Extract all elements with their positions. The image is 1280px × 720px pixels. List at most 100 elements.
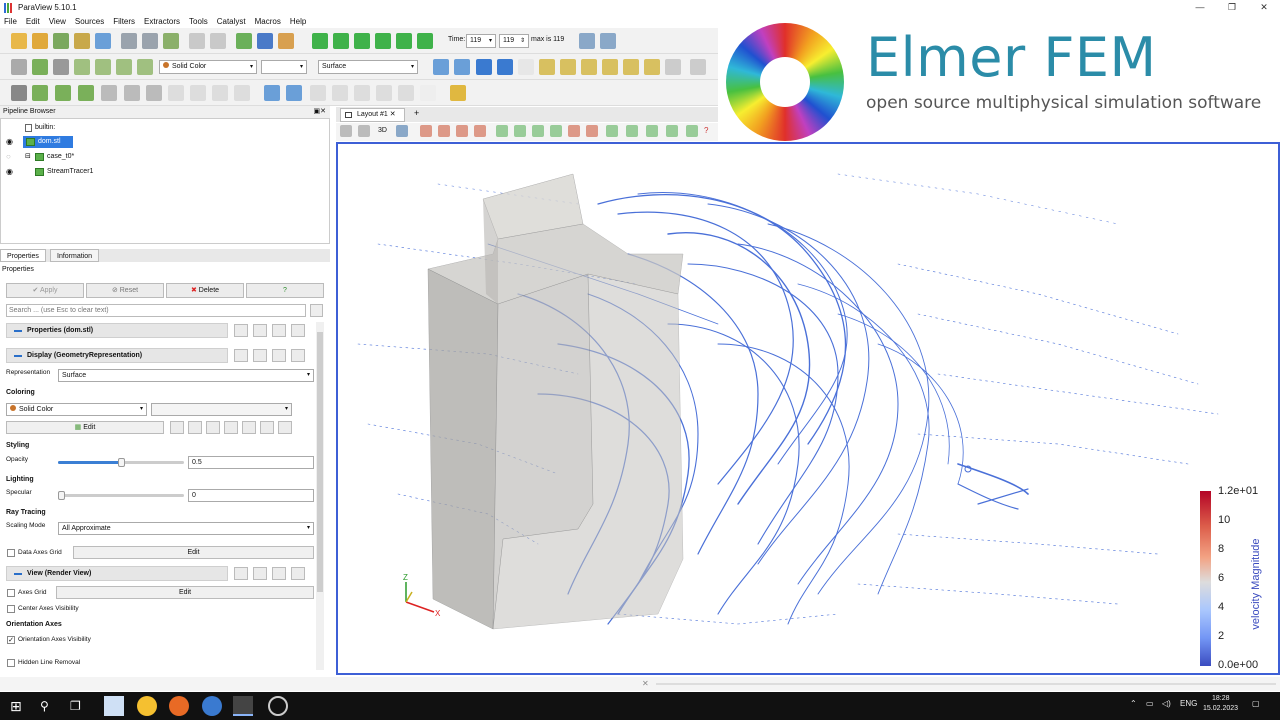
tab-information[interactable]: Information [50, 249, 100, 262]
redo-icon[interactable] [210, 33, 226, 49]
menu-sources[interactable]: Sources [75, 17, 104, 26]
camera-undo-icon[interactable] [236, 33, 252, 49]
copy-icon[interactable] [234, 324, 248, 337]
save-default-icon[interactable] [291, 324, 305, 337]
splitter-close-icon[interactable]: ✕ [642, 679, 649, 688]
open-file-icon[interactable] [11, 33, 27, 49]
view-minus-y-icon[interactable] [602, 59, 618, 75]
select-points-icon[interactable] [438, 125, 450, 137]
pipeline-item-streamtracer[interactable]: ◉ StreamTracer1 [1, 166, 329, 178]
view-plus-x-icon[interactable] [539, 59, 555, 75]
save-data-icon[interactable] [53, 33, 69, 49]
load-state-icon[interactable] [95, 33, 111, 49]
reset-camera-icon[interactable] [433, 59, 449, 75]
notifications-icon[interactable]: ▢ [1252, 699, 1260, 708]
zoom-closest-icon[interactable] [454, 59, 470, 75]
python-calculator-icon[interactable] [310, 85, 326, 101]
restore-default-icon[interactable] [272, 324, 286, 337]
tab-layout-1[interactable]: Layout #1 ✕ [340, 108, 405, 122]
menu-edit[interactable]: Edit [26, 17, 40, 26]
color-palette-icon[interactable] [278, 33, 294, 49]
ruler-icon[interactable] [450, 85, 466, 101]
contour-icon[interactable] [32, 85, 48, 101]
view-plus-y-icon[interactable] [581, 59, 597, 75]
axes-grid-checkbox[interactable] [7, 589, 15, 597]
stream-tracer-icon[interactable] [168, 85, 184, 101]
clear-selection-icon[interactable] [586, 125, 598, 137]
menu-macros[interactable]: Macros [255, 17, 281, 26]
threshold-icon[interactable] [101, 85, 117, 101]
save-state-icon[interactable] [74, 33, 90, 49]
help-button[interactable]: ? [246, 283, 324, 298]
minimize-button[interactable]: — [1184, 0, 1216, 15]
edit-color-map-icon[interactable] [32, 59, 48, 75]
ruler-selection-icon[interactable] [666, 125, 678, 137]
volume-icon[interactable]: ◁) [1162, 699, 1171, 708]
add-layout-tab-button[interactable]: + [414, 108, 419, 118]
render-scene[interactable]: Z X [338, 144, 1278, 673]
extract-selection-icon[interactable] [606, 125, 618, 137]
histogram-icon[interactable] [376, 85, 392, 101]
menu-extractors[interactable]: Extractors [144, 17, 180, 26]
visibility-eye-icon[interactable]: ◉ [6, 166, 13, 178]
component-select[interactable]: ▾ [261, 60, 307, 74]
select-block-icon[interactable] [474, 125, 486, 137]
restore-default-icon[interactable] [272, 349, 286, 362]
select-cells-icon[interactable] [420, 125, 432, 137]
section-display[interactable]: Display (GeometryRepresentation) [6, 348, 228, 363]
visibility-eye-icon[interactable]: ◉ [6, 136, 13, 148]
tab-properties[interactable]: Properties [0, 249, 46, 262]
calculator-icon[interactable] [11, 85, 27, 101]
menu-catalyst[interactable]: Catalyst [217, 17, 246, 26]
representation-select[interactable]: Surface ▾ [318, 60, 418, 74]
scaling-mode-select[interactable]: All Approximate ▾ [58, 522, 314, 535]
plot-selection-over-time-icon[interactable] [626, 125, 638, 137]
menu-tools[interactable]: Tools [189, 17, 208, 26]
menu-file[interactable]: File [4, 17, 17, 26]
reset-button[interactable]: ⊘ Reset [86, 283, 164, 298]
rescale-visible-icon[interactable] [116, 59, 132, 75]
specular-input[interactable]: 0 [188, 489, 314, 502]
zoom-to-box-icon[interactable] [497, 59, 513, 75]
grow-selection-icon[interactable] [550, 125, 562, 137]
glyph-icon[interactable] [146, 85, 162, 101]
clip-icon[interactable] [55, 85, 71, 101]
save-default-icon[interactable] [291, 567, 305, 580]
specular-slider-handle[interactable] [58, 491, 65, 500]
paraview-taskbar-icon[interactable] [233, 696, 253, 716]
rescale-all-icon[interactable] [137, 59, 153, 75]
view-minus-x-icon[interactable] [560, 59, 576, 75]
shrink-selection-icon[interactable] [568, 125, 580, 137]
notepad-icon[interactable] [104, 696, 124, 716]
copy-icon[interactable] [234, 349, 248, 362]
rescale-custom-icon[interactable] [74, 59, 90, 75]
data-statistics-icon[interactable] [398, 85, 414, 101]
extract-subset-icon[interactable] [124, 85, 140, 101]
menu-view[interactable]: View [49, 17, 66, 26]
color-map-icon[interactable] [170, 421, 184, 434]
obs-icon[interactable] [268, 696, 288, 716]
firefox-icon[interactable] [169, 696, 189, 716]
rotate-plus-90-icon[interactable] [665, 59, 681, 75]
rescale-icon[interactable] [188, 421, 202, 434]
mesh-quality-icon[interactable] [332, 85, 348, 101]
camera-redo-icon[interactable] [257, 33, 273, 49]
polygon-select-icon[interactable] [532, 125, 544, 137]
zoom-to-data-icon[interactable] [476, 59, 492, 75]
undo-icon[interactable] [189, 33, 205, 49]
hidden-line-checkbox[interactable] [7, 659, 15, 667]
angle-icon[interactable] [686, 125, 698, 137]
search-icon[interactable]: ⚲ [40, 696, 60, 716]
interaction-mode-icon[interactable] [518, 59, 534, 75]
paste-icon[interactable] [253, 349, 267, 362]
pipeline-item-case[interactable]: ○ ⊟ case_t0* [1, 151, 329, 163]
group-datasets-icon[interactable] [212, 85, 228, 101]
close-button[interactable]: ✕ [1248, 0, 1280, 15]
view-help-icon[interactable]: ? [704, 126, 708, 135]
rescale-temporal-icon[interactable] [95, 59, 111, 75]
last-frame-icon[interactable] [396, 33, 412, 49]
rescale-visible-icon[interactable] [242, 421, 256, 434]
rescale-temporal-icon[interactable] [224, 421, 238, 434]
trash-icon[interactable] [260, 421, 274, 434]
rescale-range-icon[interactable] [53, 59, 69, 75]
